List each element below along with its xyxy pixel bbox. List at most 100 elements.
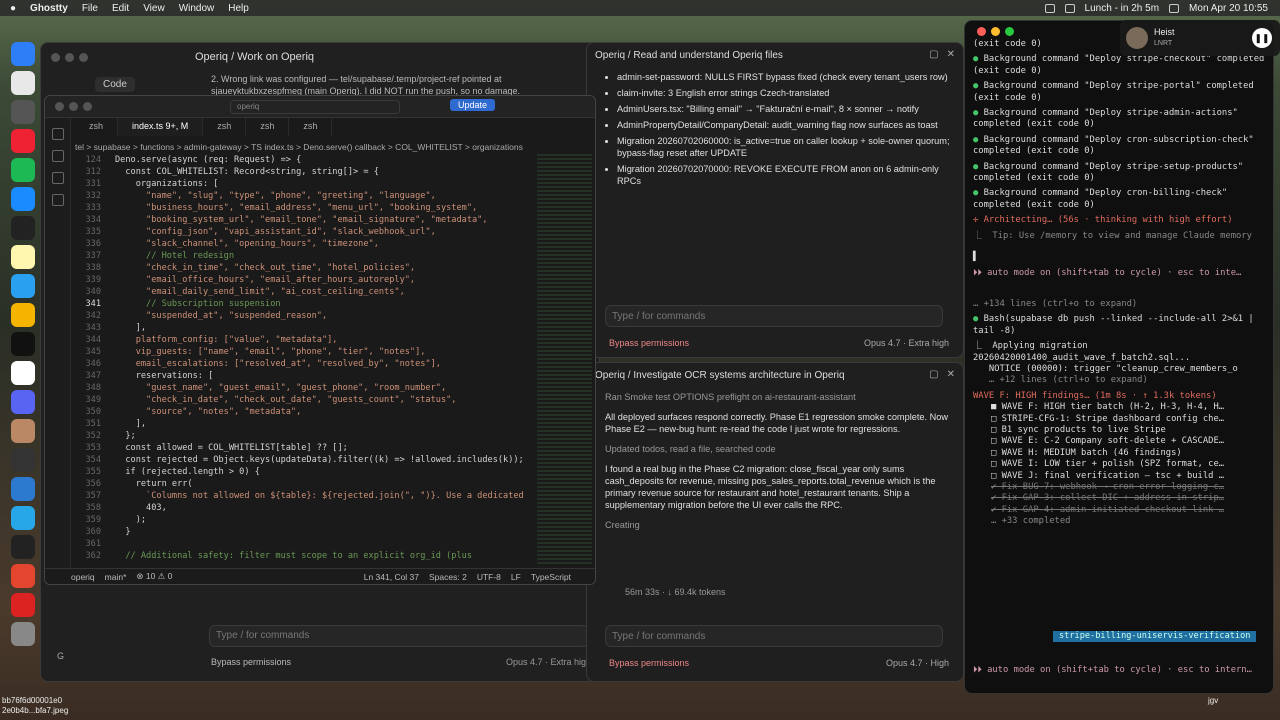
vscode-icon[interactable] xyxy=(11,477,35,501)
calendar-status[interactable]: Lunch - in 2h 5m xyxy=(1085,3,1160,14)
app-brown-icon[interactable] xyxy=(11,419,35,443)
menu-view[interactable]: View xyxy=(143,3,165,14)
status-language[interactable]: TypeScript xyxy=(531,572,571,582)
status-eol[interactable]: LF xyxy=(511,572,521,582)
sidebar-toggle-icon[interactable]: ▢ xyxy=(929,369,938,380)
code-line[interactable]: 348 "guest_name", "guest_email", "guest_… xyxy=(75,382,537,394)
finder-icon[interactable] xyxy=(11,42,35,66)
ghostty-icon[interactable] xyxy=(11,535,35,559)
chrome-icon[interactable] xyxy=(11,303,35,327)
code-line[interactable]: 358 403, xyxy=(75,502,537,514)
code-line[interactable]: 362 // Additional safety: filter must sc… xyxy=(75,550,537,562)
code-line[interactable]: 361 xyxy=(75,538,537,550)
code-line[interactable]: 359 ); xyxy=(75,514,537,526)
code-line[interactable]: 344 platform_config: ["value", "metadata… xyxy=(75,334,537,346)
sidebar-toggle-icon[interactable]: ▢ xyxy=(929,49,938,60)
ghostty-terminal[interactable]: (exit code 0) ● Background command "Depl… xyxy=(964,20,1274,694)
hidden-lines[interactable]: … +134 lines (ctrl+o to expand) xyxy=(973,299,1269,310)
code-line[interactable]: 312 const COL_WHITELIST: Record<string, … xyxy=(75,166,537,178)
app-blue-icon[interactable] xyxy=(11,187,35,211)
code-line[interactable]: 338 "check_in_time", "check_out_time", "… xyxy=(75,262,537,274)
code-line[interactable]: 360 } xyxy=(75,526,537,538)
notion-icon[interactable] xyxy=(11,332,35,356)
code-line[interactable]: 347 reservations: [ xyxy=(75,370,537,382)
tool-summary[interactable]: Updated todos, read a file, searched cod… xyxy=(605,443,953,455)
spotify-icon[interactable] xyxy=(11,158,35,182)
pause-icon[interactable]: ❚❚ xyxy=(1252,28,1272,48)
menu-app-name[interactable]: Ghostty xyxy=(30,3,68,14)
code-line[interactable]: 346 email_escalations: ["resolved_at", "… xyxy=(75,358,537,370)
menu-file[interactable]: File xyxy=(82,3,98,14)
app-orange-icon[interactable] xyxy=(11,564,35,588)
tab-index-ts[interactable]: index.ts 9+, M xyxy=(118,118,204,136)
trash-icon[interactable] xyxy=(11,622,35,646)
tab-zsh-4[interactable]: zsh xyxy=(289,118,333,136)
status-cursor[interactable]: Ln 341, Col 37 xyxy=(364,572,419,582)
prompt-input[interactable]: Type / for commands xyxy=(209,625,589,647)
status-problems[interactable]: ⊗ 10 ⚠ 0 xyxy=(136,571,172,582)
code-line[interactable]: 356 return err( xyxy=(75,478,537,490)
capcut-icon[interactable] xyxy=(11,216,35,240)
settings-icon[interactable] xyxy=(11,100,35,124)
calendar-icon[interactable] xyxy=(11,361,35,385)
notes-icon[interactable] xyxy=(11,245,35,269)
launchpad-icon[interactable] xyxy=(11,71,35,95)
discord-icon[interactable] xyxy=(11,390,35,414)
code-line[interactable]: 332 "name", "slug", "type", "phone", "gr… xyxy=(75,190,537,202)
status-encoding[interactable]: UTF-8 xyxy=(477,572,501,582)
tool-run-line[interactable]: Ran Smoke test OPTIONS preflight on ai-r… xyxy=(605,391,953,403)
command-search[interactable]: operiq xyxy=(230,100,400,114)
tab-zsh-3[interactable]: zsh xyxy=(246,118,290,136)
close-icon[interactable]: ✕ xyxy=(947,49,955,60)
breadcrumb[interactable]: tel > supabase > functions > admin-gatew… xyxy=(75,142,590,152)
menu-window[interactable]: Window xyxy=(179,3,215,14)
now-playing-widget[interactable]: Heist LNRT ❚❚ xyxy=(1120,20,1280,56)
code-line[interactable]: 352 }; xyxy=(75,430,537,442)
code-tab[interactable]: Code xyxy=(95,77,135,92)
app-red-icon[interactable] xyxy=(11,129,35,153)
source-control-icon[interactable] xyxy=(51,172,64,184)
code-line[interactable]: 351 ], xyxy=(75,418,537,430)
telegram-icon[interactable] xyxy=(11,506,35,530)
code-line[interactable]: 341 // Subscription suspension xyxy=(75,298,537,310)
update-button[interactable]: Update xyxy=(450,99,496,111)
safari-icon[interactable] xyxy=(11,274,35,298)
code-line[interactable]: 345 vip_guests: ["name", "email", "phone… xyxy=(75,346,537,358)
desktop-file-label[interactable]: bb76f6d00001e0 2e0b4b...bfa7.jpeg xyxy=(2,696,68,716)
status-repo[interactable]: operiq xyxy=(71,572,95,582)
code-line[interactable]: 343 ], xyxy=(75,322,537,334)
battery-icon[interactable] xyxy=(1044,3,1055,13)
code-line[interactable]: 342 "suspended_at", "suspended_reason", xyxy=(75,310,537,322)
code-line[interactable]: 357 `Columns not allowed on ${table}: ${… xyxy=(75,490,537,502)
code-line[interactable]: 355 if (rejected.length > 0) { xyxy=(75,466,537,478)
menu-help[interactable]: Help xyxy=(228,3,249,14)
acrobat-icon[interactable] xyxy=(11,593,35,617)
code-line[interactable]: 124 Deno.serve(async (req: Request) => { xyxy=(75,154,537,166)
tab-zsh-1[interactable]: zsh xyxy=(75,118,119,136)
bypass-permissions[interactable]: Bypass permissions xyxy=(609,338,689,348)
datetime[interactable]: Mon Apr 20 10:55 xyxy=(1189,3,1268,14)
model-selector[interactable]: Opus 4.7 · High xyxy=(886,658,949,668)
code-line[interactable]: 335 "config_json", "vapi_assistant_id", … xyxy=(75,226,537,238)
more-lines[interactable]: … +12 lines (ctrl+o to expand) xyxy=(973,375,1269,386)
minimap[interactable] xyxy=(537,154,592,564)
code-line[interactable]: 339 "email_office_hours", "email_after_h… xyxy=(75,274,537,286)
code-line[interactable]: 336 "slack_channel", "opening_hours", "t… xyxy=(75,238,537,250)
model-selector[interactable]: Opus 4.7 · Extra high xyxy=(506,657,591,667)
menu-edit[interactable]: Edit xyxy=(112,3,129,14)
code-line[interactable]: 334 "booking_system_url", "email_tone", … xyxy=(75,214,537,226)
code-editor[interactable]: 124 Deno.serve(async (req: Request) => {3… xyxy=(75,154,537,564)
code-line[interactable]: 354 const rejected = Object.keys(updateD… xyxy=(75,454,537,466)
extensions-icon[interactable] xyxy=(51,194,64,206)
code-line[interactable]: 331 organizations: [ xyxy=(75,178,537,190)
code-line[interactable]: 333 "business_hours", "email_address", "… xyxy=(75,202,537,214)
code-line[interactable]: 353 const allowed = COL_WHITELIST[table]… xyxy=(75,442,537,454)
search-icon[interactable] xyxy=(1169,3,1180,13)
bypass-permissions[interactable]: Bypass permissions xyxy=(609,658,689,668)
chatgpt-icon[interactable] xyxy=(11,448,35,472)
code-line[interactable]: 337 // Hotel redesign xyxy=(75,250,537,262)
code-line[interactable]: 350 "source", "notes", "metadata", xyxy=(75,406,537,418)
account-label[interactable]: G xyxy=(57,651,64,661)
prompt-input[interactable]: Type / for commands xyxy=(605,625,943,647)
code-line[interactable]: 340 "email_daily_send_limit", "ai_cost_c… xyxy=(75,286,537,298)
